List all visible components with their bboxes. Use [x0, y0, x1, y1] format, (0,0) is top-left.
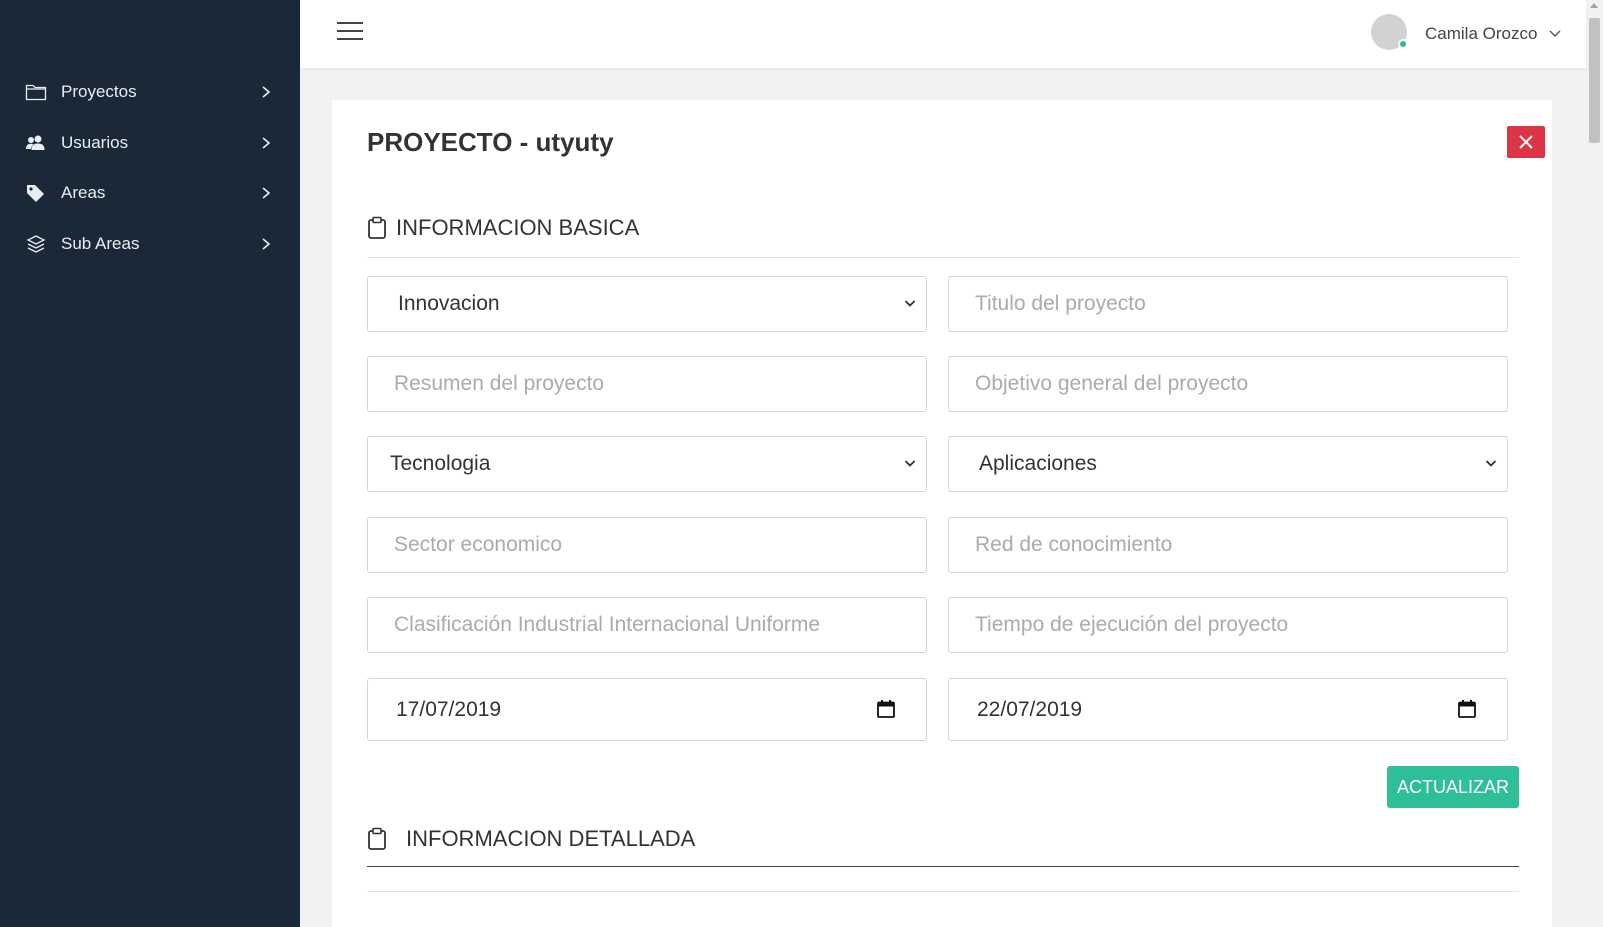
fecha-inicio-value: 17/07/2019: [396, 698, 502, 721]
sidebar-item-label: Usuarios: [61, 133, 129, 152]
section-title: INFORMACION BASICA: [396, 215, 640, 240]
scroll-up-arrow-icon[interactable]: [1590, 3, 1598, 8]
calendar-icon[interactable]: [1457, 699, 1477, 719]
scrollbar[interactable]: [1586, 0, 1603, 927]
calendar-icon[interactable]: [876, 699, 896, 719]
fecha-fin-value: 22/07/2019: [977, 698, 1083, 721]
fecha-fin-input[interactable]: 22/07/2019: [948, 678, 1508, 741]
section-title: INFORMACION DETALLADA: [406, 826, 696, 851]
sub-area-select[interactable]: Aplicaciones: [948, 436, 1508, 492]
online-status-dot: [1398, 39, 1408, 49]
folder-icon: [25, 84, 47, 101]
chevron-right-icon: [262, 86, 271, 98]
sidebar-item-label: Sub Areas: [61, 234, 140, 253]
resumen-input[interactable]: [367, 356, 927, 412]
ciiu-input[interactable]: [367, 597, 927, 653]
sidebar-item-sub-areas[interactable]: Sub Areas: [0, 224, 300, 264]
chevron-right-icon: [262, 187, 271, 199]
sidebar-item-areas[interactable]: Areas: [0, 173, 300, 213]
layers-icon: [26, 235, 46, 253]
sidebar-item-label: Proyectos: [61, 82, 137, 101]
sector-input[interactable]: [367, 517, 927, 573]
chevron-down-icon: [1485, 460, 1497, 467]
divider: [367, 866, 1519, 867]
tipo-select-value: Innovacion: [398, 292, 500, 315]
close-button[interactable]: [1507, 126, 1545, 158]
section-header-detailed: INFORMACION DETALLADA: [367, 826, 695, 852]
scrollbar-thumb[interactable]: [1589, 18, 1600, 143]
chevron-right-icon: [262, 137, 271, 149]
close-icon: [1519, 135, 1533, 149]
hamburger-menu-icon[interactable]: [337, 22, 363, 42]
update-button[interactable]: ACTUALIZAR: [1387, 766, 1519, 808]
avatar[interactable]: [1371, 14, 1408, 50]
objetivo-input[interactable]: [948, 356, 1508, 412]
divider: [367, 257, 1519, 258]
chevron-down-icon: [904, 460, 916, 467]
fecha-inicio-input[interactable]: 17/07/2019: [367, 678, 927, 741]
sidebar-item-usuarios[interactable]: Usuarios: [0, 123, 300, 163]
project-card: PROYECTO - utyuty INFORMACION BASICA Inn…: [332, 100, 1552, 927]
sidebar: Proyectos Usuarios Areas Sub Areas: [0, 0, 300, 927]
clipboard-icon: [368, 827, 386, 850]
area-select[interactable]: Tecnologia: [367, 436, 927, 492]
red-conocimiento-input[interactable]: [948, 517, 1508, 573]
page-title: PROYECTO - utyuty: [367, 127, 614, 158]
chevron-down-icon: [904, 300, 916, 307]
sidebar-item-proyectos[interactable]: Proyectos: [0, 72, 300, 112]
chevron-down-icon[interactable]: [1549, 29, 1561, 39]
sidebar-item-label: Areas: [61, 183, 106, 202]
tiempo-ejecucion-input[interactable]: [948, 597, 1508, 653]
clipboard-icon: [368, 216, 386, 239]
titulo-input[interactable]: [948, 276, 1508, 332]
divider: [367, 891, 1519, 892]
users-icon: [26, 135, 45, 150]
project-name: utyuty: [535, 127, 614, 157]
top-bar: Camila Orozco: [300, 0, 1586, 68]
section-header-basic: INFORMACION BASICA: [367, 215, 639, 241]
area-select-value: Tecnologia: [390, 452, 491, 475]
page-title-prefix: PROYECTO -: [367, 127, 536, 157]
chevron-right-icon: [262, 238, 271, 250]
sub-area-select-value: Aplicaciones: [979, 452, 1097, 475]
tag-icon: [27, 185, 44, 202]
tipo-select[interactable]: Innovacion: [367, 276, 927, 332]
user-name[interactable]: Camila Orozco: [1425, 24, 1537, 44]
